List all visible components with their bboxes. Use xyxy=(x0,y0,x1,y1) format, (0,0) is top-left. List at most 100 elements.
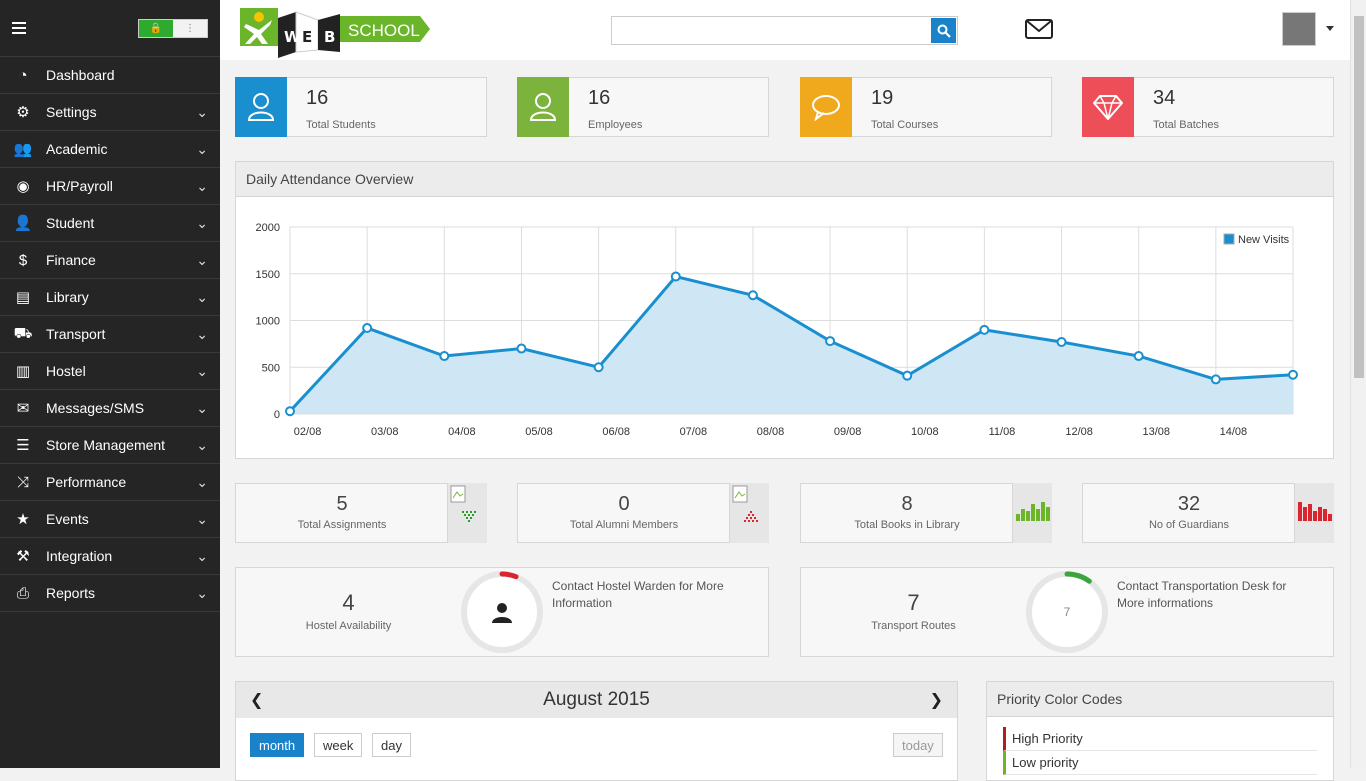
chevron-down-icon: ⌄ xyxy=(196,399,208,416)
sparkline-bar xyxy=(1328,514,1332,521)
sidebar-item-label: Finance xyxy=(46,252,96,268)
svg-text:W: W xyxy=(284,28,301,46)
stat-label: Employees xyxy=(588,119,643,131)
transport-ring: 7 xyxy=(1026,571,1108,653)
stat-value: 34 xyxy=(1153,87,1176,109)
sidebar-item-hostel[interactable]: ▥ Hostel ⌄ xyxy=(0,353,220,390)
mini-card-total-alumni-members[interactable]: 0 Total Alumni Members xyxy=(517,483,769,543)
day-view-button[interactable]: day xyxy=(372,733,411,757)
logo[interactable]: W E B SCHOOL xyxy=(240,8,435,60)
sidebar-item-label: Transport xyxy=(46,326,106,342)
priority-list: High Priority Low priority xyxy=(987,717,1333,775)
caret-down-icon[interactable] xyxy=(1326,26,1334,31)
today-button[interactable]: today xyxy=(893,733,943,757)
sidebar-item-reports[interactable]: ⎙ Reports ⌄ xyxy=(0,575,220,612)
lock-toggle[interactable]: 🔒 ⋮ xyxy=(138,18,208,38)
chevron-down-icon: ⌄ xyxy=(196,177,208,194)
group-icon: 👥 xyxy=(13,141,33,158)
sidebar-item-academic[interactable]: 👥 Academic ⌄ xyxy=(0,131,220,168)
sidebar-nav: ◔ Dashboard ⚙ Settings ⌄ 👥 Academic ⌄ ◉ HR/Payrol… xyxy=(0,57,220,612)
data-point xyxy=(1210,374,1221,385)
x-tick-label: 04/08 xyxy=(448,426,476,438)
series-area xyxy=(290,276,1293,414)
mini-card-total-books-in-library[interactable]: 8 Total Books in Library xyxy=(800,483,1052,543)
sidebar-item-hr-payroll[interactable]: ◉ HR/Payroll ⌄ xyxy=(0,168,220,205)
scrollbar-thumb[interactable] xyxy=(1354,16,1364,378)
stat-card-total-students[interactable]: 16 Total Students xyxy=(235,77,487,137)
print-icon: ⎙ xyxy=(16,584,29,602)
search-button[interactable] xyxy=(931,18,956,43)
data-point xyxy=(1288,369,1298,380)
broken-image-icon xyxy=(729,483,769,543)
next-month-icon[interactable]: ❯ xyxy=(930,690,943,710)
mini-label: Total Books in Library xyxy=(854,519,960,531)
sidebar-item-label: Dashboard xyxy=(46,67,115,83)
sparkline-bar xyxy=(1313,511,1317,521)
hamburger-icon[interactable] xyxy=(12,22,26,34)
stat-value: 16 xyxy=(306,87,329,109)
svg-text:E: E xyxy=(302,28,312,46)
mini-card-no-of-guardians[interactable]: 32 No of Guardians xyxy=(1082,483,1334,543)
week-view-button[interactable]: week xyxy=(314,733,363,757)
sidebar-item-messages-sms[interactable]: ✉ Messages/SMS ⌄ xyxy=(0,390,220,427)
stat-label: Total Batches xyxy=(1153,119,1220,131)
sidebar-item-performance[interactable]: ⤨ Performance ⌄ xyxy=(0,464,220,501)
chevron-down-icon: ⌄ xyxy=(196,103,208,120)
sidebar-item-transport[interactable]: ⛟ Transport ⌄ xyxy=(0,316,220,353)
user-avatar[interactable] xyxy=(1282,12,1316,46)
star-icon: ★ xyxy=(16,511,30,528)
x-tick-label: 02/08 xyxy=(294,426,322,438)
sparkline-bar xyxy=(1046,507,1050,521)
sidebar-item-label: HR/Payroll xyxy=(46,178,113,194)
search-input[interactable] xyxy=(612,17,929,44)
mini-label: Total Alumni Members xyxy=(569,519,679,531)
sidebar-item-label: Events xyxy=(46,511,89,527)
month-view-button[interactable]: month xyxy=(250,733,305,757)
mini-card-total-assignments[interactable]: 5 Total Assignments xyxy=(235,483,487,543)
sidebar-item-settings[interactable]: ⚙ Settings ⌄ xyxy=(0,94,220,131)
svg-text:B: B xyxy=(324,28,335,46)
prev-month-icon[interactable]: ❮ xyxy=(250,690,263,710)
sidebar-item-label: Integration xyxy=(46,548,113,564)
stat-card-total-batches[interactable]: 34 Total Batches xyxy=(1082,77,1334,137)
sparkline-bar xyxy=(1021,509,1025,521)
sparkline-bar xyxy=(1041,502,1045,521)
search-box xyxy=(611,16,958,45)
server-icon: ☰ xyxy=(16,437,30,454)
gavel-icon: ⚒ xyxy=(16,548,30,565)
top-bar: W E B SCHOOL xyxy=(220,0,1350,60)
legend-swatch xyxy=(1223,233,1235,245)
priority-item: High Priority xyxy=(1003,727,1317,751)
sidebar-item-library[interactable]: ▤ Library ⌄ xyxy=(0,279,220,316)
data-point xyxy=(670,271,681,282)
mail-icon[interactable] xyxy=(1025,18,1053,40)
x-tick-label: 10/08 xyxy=(911,426,939,438)
hostel-ring-arc xyxy=(499,571,519,580)
sidebar-item-label: Messages/SMS xyxy=(46,400,145,416)
chevron-down-icon: ⌄ xyxy=(196,473,208,490)
hostel-ring xyxy=(461,571,543,653)
x-tick-label: 09/08 xyxy=(834,426,862,438)
user-outline-icon xyxy=(235,77,287,137)
sparkline-bar xyxy=(1036,509,1040,521)
stat-value: 19 xyxy=(871,87,894,109)
scrollbar[interactable] xyxy=(1350,0,1366,768)
attendance-title: Daily Attendance Overview xyxy=(236,162,1333,197)
sparkline-bar xyxy=(1323,509,1327,521)
sidebar-item-events[interactable]: ★ Events ⌄ xyxy=(0,501,220,538)
stat-card-employees[interactable]: 16 Employees xyxy=(517,77,769,137)
data-point xyxy=(902,370,913,381)
x-tick-label: 14/08 xyxy=(1220,426,1248,438)
sidebar-item-integration[interactable]: ⚒ Integration ⌄ xyxy=(0,538,220,575)
bar-sparkline xyxy=(1294,483,1334,543)
ring-arc xyxy=(499,571,519,580)
sidebar-item-finance[interactable]: $ Finance ⌄ xyxy=(0,242,220,279)
calendar: ❮ August 2015 ❯ month week day today xyxy=(235,681,958,781)
diamond-icon xyxy=(1082,77,1134,137)
sparkline-bar xyxy=(1016,514,1020,521)
sidebar-item-dashboard[interactable]: ◔ Dashboard xyxy=(0,57,220,94)
chevron-down-icon: ⌄ xyxy=(196,251,208,268)
stat-card-total-courses[interactable]: 19 Total Courses xyxy=(800,77,1052,137)
sidebar-item-student[interactable]: 👤 Student ⌄ xyxy=(0,205,220,242)
sidebar-item-store-management[interactable]: ☰ Store Management ⌄ xyxy=(0,427,220,464)
